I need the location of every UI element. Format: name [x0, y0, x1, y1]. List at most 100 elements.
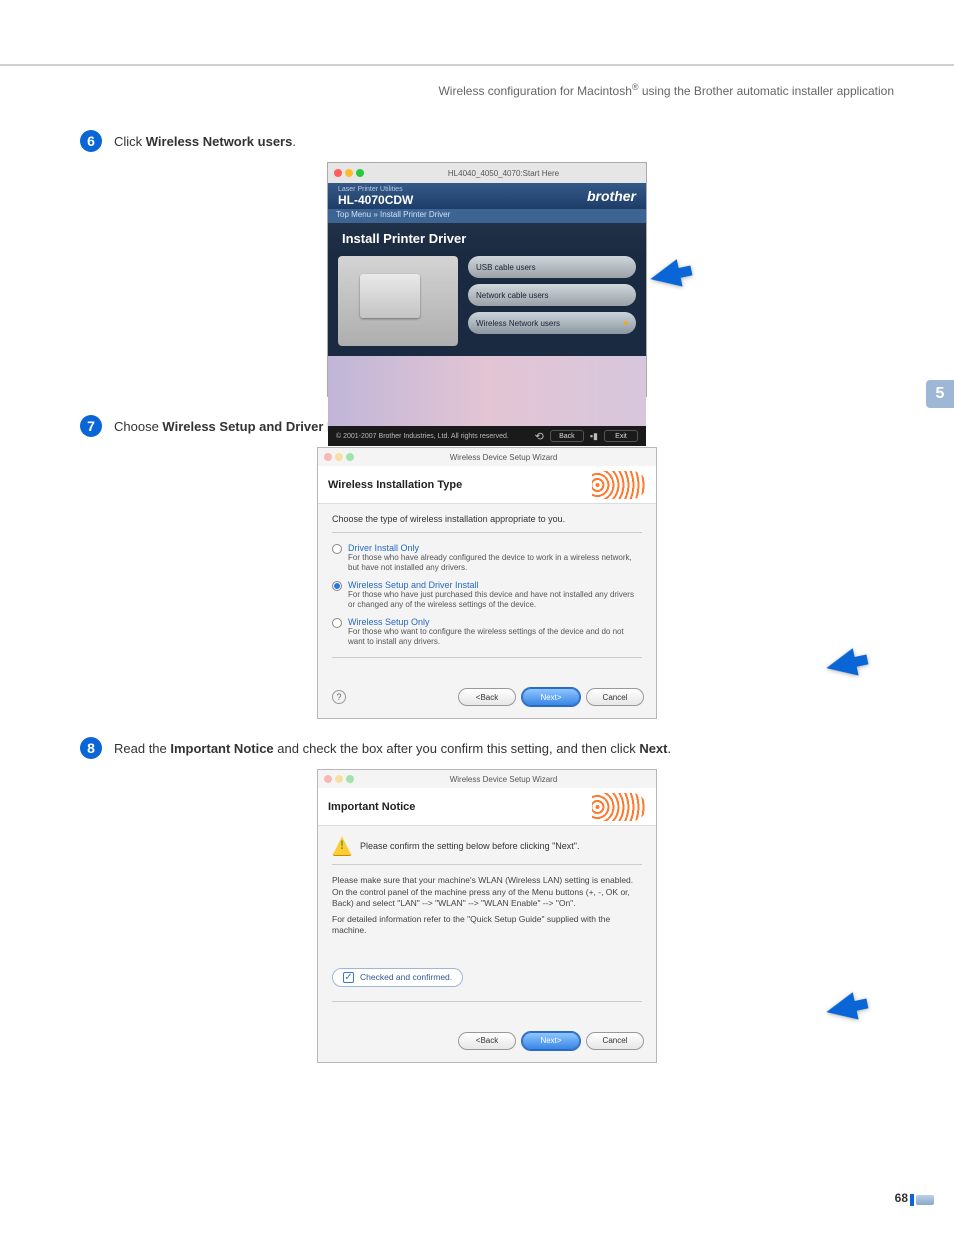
step-7: 7 Choose Wireless Setup and Driver Insta…: [80, 415, 894, 719]
t-bold: Wireless Network users: [146, 134, 293, 149]
back-button[interactable]: <Back: [458, 1032, 516, 1050]
model-label: HL-4070CDW: [338, 193, 413, 207]
wireless-logo-icon: [592, 471, 646, 499]
t: Click: [114, 134, 146, 149]
radio-icon[interactable]: [332, 544, 342, 554]
cancel-button[interactable]: Cancel: [586, 688, 644, 706]
minimize-icon[interactable]: [335, 453, 343, 461]
wizard-banner: Wireless Installation Type: [318, 466, 656, 504]
minimize-icon[interactable]: [345, 169, 353, 177]
option-desc: For those who have already configured th…: [348, 553, 642, 574]
mac-titlebar: HL4040_4050_4070:Start Here: [328, 163, 646, 183]
close-icon[interactable]: [324, 453, 332, 461]
content: 6 Click Wireless Network users. HL4040_4…: [80, 130, 894, 1081]
wizard-button-row: <Back Next> Cancel: [318, 1022, 656, 1062]
step-6: 6 Click Wireless Network users. HL4040_4…: [80, 130, 894, 397]
t: Choose: [114, 419, 162, 434]
notice-paragraph-2: For detailed information refer to the "Q…: [332, 914, 642, 937]
page-marker-icon: [916, 1195, 934, 1205]
back-button[interactable]: <Back: [458, 688, 516, 706]
wizard-banner: Important Notice: [318, 788, 656, 826]
t: .: [668, 741, 672, 756]
label: Network cable users: [476, 291, 548, 300]
back-button[interactable]: Back: [550, 430, 584, 442]
exit-button[interactable]: Exit: [604, 430, 638, 442]
t: and check the box after you confirm this…: [274, 741, 640, 756]
radio-icon[interactable]: [332, 581, 342, 591]
lead-text: Choose the type of wireless installation…: [332, 514, 642, 524]
next-button[interactable]: Next>: [522, 1032, 580, 1050]
brother-logo: brother: [587, 188, 636, 204]
exit-icon[interactable]: ▪▮: [590, 431, 598, 442]
installer-footer: © 2001-2007 Brother Industries, Ltd. All…: [328, 426, 646, 446]
zoom-icon[interactable]: [356, 169, 364, 177]
window-title: Wireless Device Setup Wizard: [357, 453, 650, 462]
close-icon[interactable]: [324, 775, 332, 783]
option-desc: For those who want to configure the wire…: [348, 627, 642, 648]
section-title: Install Printer Driver: [328, 223, 646, 250]
lead-text: Please confirm the setting below before …: [360, 841, 580, 851]
label: Wireless Network users: [476, 319, 560, 328]
screenshot-wizard-install-type: Wireless Device Setup Wizard Wireless In…: [317, 447, 657, 719]
pointer-arrow-icon: [647, 259, 682, 293]
mac-titlebar: Wireless Device Setup Wizard: [318, 448, 656, 466]
t: .: [292, 134, 296, 149]
indicator-icon: [624, 321, 628, 325]
window-title: Wireless Device Setup Wizard: [357, 775, 650, 784]
label: USB cable users: [476, 263, 536, 272]
window-title: HL4040_4050_4070:Start Here: [367, 169, 640, 178]
chapter-tab: 5: [926, 380, 954, 408]
breadcrumb: Top Menu » Install Printer Driver: [328, 209, 646, 223]
option-wireless-setup-only[interactable]: Wireless Setup OnlyFor those who want to…: [332, 617, 642, 648]
copyright: © 2001-2007 Brother Industries, Ltd. All…: [336, 433, 509, 440]
step-badge-8: 8: [80, 737, 102, 759]
option-wireless-setup-and-driver-install[interactable]: Wireless Setup and Driver InstallFor tho…: [332, 580, 642, 611]
step-6-text: Click Wireless Network users.: [114, 134, 296, 149]
zoom-icon[interactable]: [346, 453, 354, 461]
checkbox-icon[interactable]: ✓: [343, 972, 354, 983]
wizard-button-row: ? <Back Next> Cancel: [318, 678, 656, 718]
t-bold: Next: [639, 741, 667, 756]
network-cable-users-button[interactable]: Network cable users: [468, 284, 636, 306]
printer-image: [338, 256, 458, 346]
mac-titlebar: Wireless Device Setup Wizard: [318, 770, 656, 788]
checked-and-confirmed-checkbox[interactable]: ✓ Checked and confirmed.: [332, 968, 463, 987]
screenshot-wizard-important-notice: Wireless Device Setup Wizard Important N…: [317, 769, 657, 1062]
t-bold: Important Notice: [170, 741, 273, 756]
sub-label: Laser Printer Utilities: [338, 186, 413, 193]
wireless-network-users-button[interactable]: Wireless Network users: [468, 312, 636, 334]
undo-icon[interactable]: ⟲: [535, 430, 544, 443]
notice-paragraph-1: Please make sure that your machine's WLA…: [332, 875, 642, 909]
banner-title: Important Notice: [328, 801, 415, 813]
warning-icon: [332, 836, 352, 856]
step-badge-6: 6: [80, 130, 102, 152]
brand-band: Laser Printer Utilities HL-4070CDW broth…: [328, 183, 646, 209]
help-icon[interactable]: ?: [332, 690, 346, 704]
radio-icon[interactable]: [332, 618, 342, 628]
screenshot-2-wrap: Wireless Device Setup Wizard Wireless In…: [80, 447, 894, 719]
screenshot-installer-menu: HL4040_4050_4070:Start Here Laser Printe…: [327, 162, 647, 397]
banner-title: Wireless Installation Type: [328, 479, 462, 491]
next-button[interactable]: Next>: [522, 688, 580, 706]
option-title: Driver Install Only: [348, 543, 642, 553]
zoom-icon[interactable]: [346, 775, 354, 783]
screenshot-1-wrap: HL4040_4050_4070:Start Here Laser Printe…: [80, 162, 894, 397]
minimize-icon[interactable]: [335, 775, 343, 783]
option-title: Wireless Setup and Driver Install: [348, 580, 642, 590]
decorative-gradient: [328, 356, 646, 426]
close-icon[interactable]: [334, 169, 342, 177]
option-desc: For those who have just purchased this d…: [348, 590, 642, 611]
wireless-logo-icon: [592, 793, 646, 821]
checkbox-label: Checked and confirmed.: [360, 972, 452, 982]
step-8-text: Read the Important Notice and check the …: [114, 741, 671, 756]
t: Read the: [114, 741, 170, 756]
option-title: Wireless Setup Only: [348, 617, 642, 627]
screenshot-3-wrap: Wireless Device Setup Wizard Important N…: [80, 769, 894, 1062]
usb-cable-users-button[interactable]: USB cable users: [468, 256, 636, 278]
top-rule: [0, 64, 954, 66]
option-driver-install-only[interactable]: Driver Install OnlyFor those who have al…: [332, 543, 642, 574]
header-text: Wireless configuration for Macintosh® us…: [438, 84, 894, 98]
cancel-button[interactable]: Cancel: [586, 1032, 644, 1050]
pointer-arrow-icon: [823, 992, 858, 1026]
step-8: 8 Read the Important Notice and check th…: [80, 737, 894, 1062]
